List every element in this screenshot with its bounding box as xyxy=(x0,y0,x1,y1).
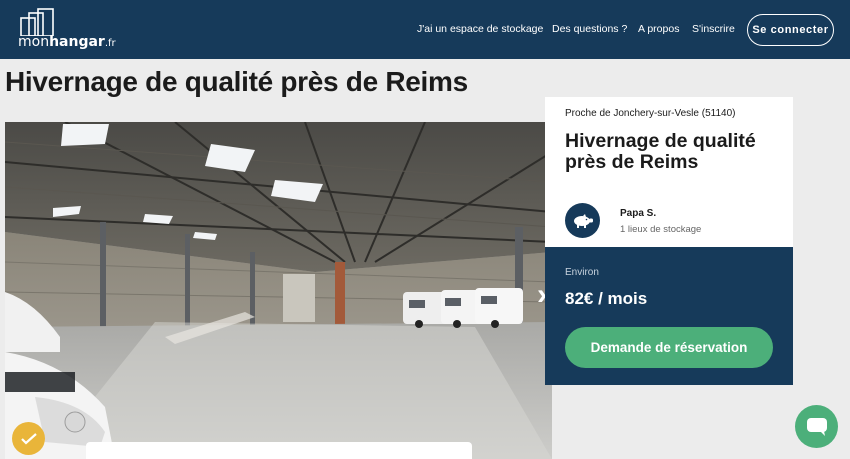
listing-summary-card: Proche de Jonchery-sur-Vesle (51140) Hiv… xyxy=(545,97,793,247)
host-name[interactable]: Papa S. xyxy=(620,208,656,219)
host-avatar[interactable] xyxy=(565,203,600,238)
pig-icon xyxy=(573,213,593,228)
logo-text-mon: mon xyxy=(18,34,50,50)
top-navbar: monhangar.fr J'ai un espace de stockage … xyxy=(0,0,850,59)
booking-request-button[interactable]: Demande de réservation xyxy=(565,327,773,368)
nav-about[interactable]: A propos xyxy=(638,23,679,35)
booking-panel: Environ 82€ / mois Demande de réservatio… xyxy=(545,247,793,385)
host-storage-count: 1 lieux de stockage xyxy=(620,224,702,235)
nav-storage-owner[interactable]: J'ai un espace de stockage xyxy=(417,23,543,35)
chat-button[interactable] xyxy=(795,405,838,448)
checkmark-badge-icon xyxy=(20,432,37,445)
logo-text-tld: .fr xyxy=(104,38,116,49)
logo[interactable]: monhangar.fr xyxy=(18,8,118,52)
page-title: Hivernage de qualité près de Reims xyxy=(5,66,468,97)
listing-photo[interactable] xyxy=(5,122,552,459)
listing-title: Hivernage de qualité près de Reims xyxy=(565,130,756,173)
nav-signup[interactable]: S'inscrire xyxy=(692,23,735,35)
price-value: 82€ / mois xyxy=(565,289,648,308)
photo-info-card xyxy=(86,442,472,459)
listing-location: Proche de Jonchery-sur-Vesle (51140) xyxy=(565,108,736,119)
logo-text: monhangar.fr xyxy=(18,34,116,50)
login-button[interactable]: Se connecter xyxy=(747,14,834,46)
chat-icon xyxy=(806,417,827,436)
hangar-interior-image xyxy=(5,122,552,459)
nav-faq[interactable]: Des questions ? xyxy=(552,23,627,35)
trust-badge-button[interactable] xyxy=(12,422,45,455)
hangar-logo-icon xyxy=(20,8,54,36)
logo-text-hangar: hangar xyxy=(49,34,105,50)
price-label: Environ xyxy=(565,267,599,278)
